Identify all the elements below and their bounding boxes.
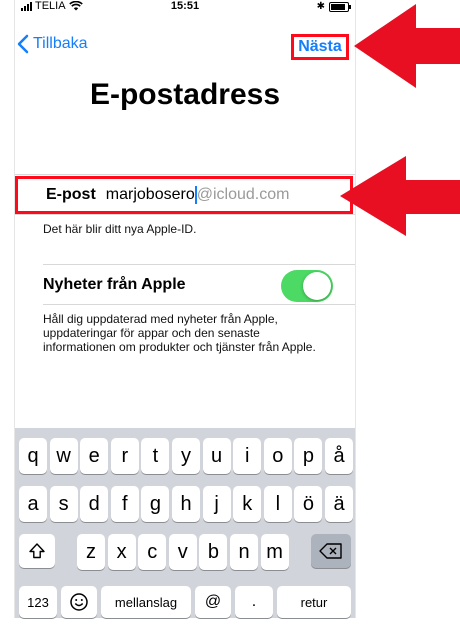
back-label: Tillbaka bbox=[33, 35, 88, 52]
email-label: E-post bbox=[46, 186, 96, 203]
back-button[interactable]: Tillbaka bbox=[17, 34, 88, 54]
key-l[interactable]: l bbox=[263, 486, 292, 522]
shift-icon bbox=[29, 543, 45, 559]
email-field[interactable]: E-post marjobosero @icloud.com bbox=[15, 176, 353, 214]
status-bar: TELIA 15:51 ✱ bbox=[15, 0, 355, 14]
key-numbers[interactable]: 123 bbox=[19, 586, 57, 618]
status-right: ✱ bbox=[316, 1, 351, 12]
key-p[interactable]: p bbox=[294, 438, 323, 474]
key-s[interactable]: s bbox=[49, 486, 78, 522]
bluetooth-icon: ✱ bbox=[316, 1, 325, 12]
key-e[interactable]: e bbox=[80, 438, 109, 474]
key-j[interactable]: j bbox=[202, 486, 231, 522]
key-i[interactable]: i bbox=[233, 438, 262, 474]
email-suffix: @icloud.com bbox=[196, 186, 290, 204]
key-space[interactable]: mellanslag bbox=[101, 586, 191, 618]
page-title: E-postadress bbox=[89, 78, 281, 111]
email-value[interactable]: marjobosero @icloud.com bbox=[105, 185, 290, 204]
key-m[interactable]: m bbox=[260, 534, 289, 570]
key-f[interactable]: f bbox=[110, 486, 139, 522]
key-n[interactable]: n bbox=[230, 534, 258, 570]
apple-id-hint: Det här blir ditt nya Apple-ID. bbox=[43, 222, 197, 236]
key-z[interactable]: z bbox=[77, 534, 105, 570]
key-x[interactable]: x bbox=[107, 534, 136, 570]
divider bbox=[15, 214, 355, 215]
key-w[interactable]: w bbox=[49, 438, 78, 474]
key-ä[interactable]: ä bbox=[325, 486, 353, 522]
next-button[interactable]: Nästa bbox=[291, 34, 349, 60]
key-r[interactable]: r bbox=[110, 438, 139, 474]
news-description: Håll dig uppdaterad med nyheter från App… bbox=[43, 312, 316, 354]
news-toggle[interactable] bbox=[281, 270, 333, 302]
key-b[interactable]: b bbox=[199, 534, 228, 570]
keyboard: 123 mellanslag @ . retur qwertyuiopå asdf… bbox=[15, 428, 355, 618]
status-time: 15:51 bbox=[170, 0, 200, 12]
key-d[interactable]: d bbox=[80, 486, 109, 522]
battery-icon bbox=[329, 1, 351, 12]
key-g[interactable]: g bbox=[141, 486, 170, 522]
key-q[interactable]: q bbox=[19, 438, 47, 474]
delete-key[interactable] bbox=[311, 534, 351, 568]
key-ö[interactable]: ö bbox=[294, 486, 323, 522]
key-å[interactable]: å bbox=[325, 438, 353, 474]
key-u[interactable]: u bbox=[202, 438, 231, 474]
key-y[interactable]: y bbox=[172, 438, 200, 474]
key-at[interactable]: @ bbox=[195, 586, 231, 618]
divider bbox=[15, 174, 355, 175]
key-k[interactable]: k bbox=[233, 486, 262, 522]
shift-key[interactable] bbox=[19, 534, 55, 568]
emoji-icon bbox=[70, 593, 88, 611]
toggle-knob bbox=[303, 272, 331, 300]
phone-screen: TELIA 15:51 ✱ Tillbaka Nästa E-postadres… bbox=[14, 0, 356, 618]
arrow-to-next-icon bbox=[354, 4, 460, 88]
backspace-icon bbox=[319, 543, 342, 559]
chevron-left-icon bbox=[17, 34, 29, 54]
news-toggle-label: Nyheter från Apple bbox=[43, 276, 186, 293]
key-t[interactable]: t bbox=[141, 438, 170, 474]
key-v[interactable]: v bbox=[168, 534, 197, 570]
key-o[interactable]: o bbox=[263, 438, 292, 474]
email-typed: marjobosero bbox=[105, 186, 195, 204]
divider bbox=[43, 264, 355, 265]
key-return[interactable]: retur bbox=[277, 586, 351, 618]
emoji-key[interactable] bbox=[61, 586, 97, 618]
divider bbox=[43, 304, 355, 305]
key-h[interactable]: h bbox=[172, 486, 200, 522]
key-a[interactable]: a bbox=[19, 486, 47, 522]
arrow-to-email-icon bbox=[340, 156, 460, 236]
key-dot[interactable]: . bbox=[235, 586, 273, 618]
key-c[interactable]: c bbox=[138, 534, 167, 570]
